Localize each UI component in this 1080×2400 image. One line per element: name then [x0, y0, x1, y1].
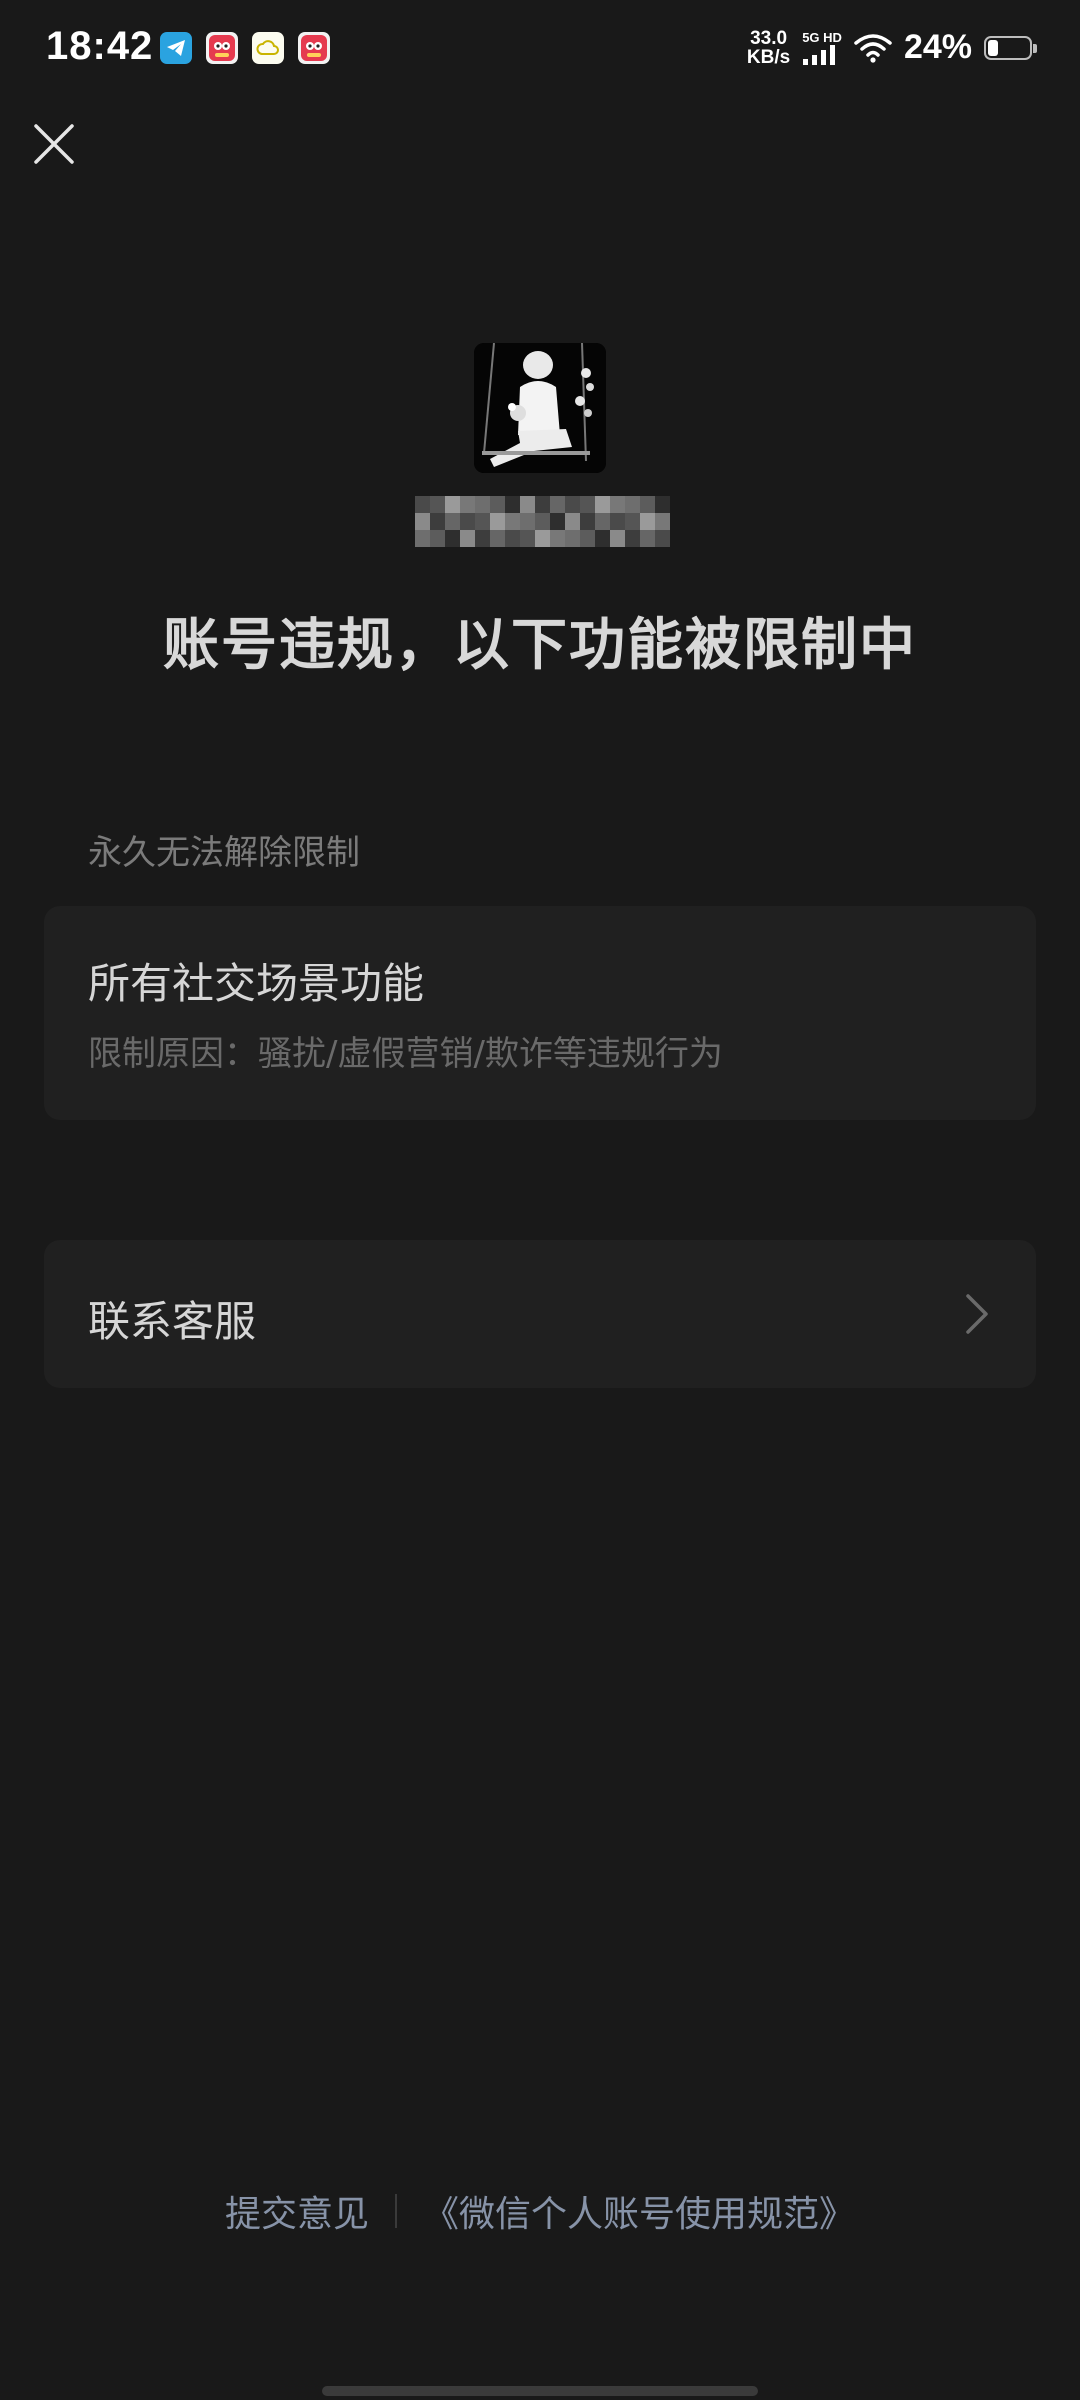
- status-indicators: 33.0 KB/s 5G HD 24%: [747, 28, 1037, 67]
- mosaic-pixel: [490, 496, 505, 513]
- restriction-name: 所有社交场景功能: [88, 959, 425, 1008]
- usage-policy-link[interactable]: 《微信个人账号使用规范》: [423, 2185, 855, 2237]
- battery-icon: [984, 35, 1037, 60]
- mosaic-pixel: [460, 530, 475, 547]
- mosaic-pixel: [535, 513, 550, 530]
- footer-links: 提交意见 《微信个人账号使用规范》: [0, 2185, 1080, 2237]
- mosaic-pixel: [415, 530, 430, 547]
- mosaic-pixel: [430, 530, 445, 547]
- app-icon: [298, 32, 330, 64]
- mosaic-pixel: [595, 513, 610, 530]
- mosaic-pixel: [475, 513, 490, 530]
- footer-divider: [395, 2194, 397, 2228]
- mosaic-pixel: [550, 513, 565, 530]
- mosaic-pixel: [595, 496, 610, 513]
- signal-bars-icon: [803, 44, 836, 65]
- mosaic-pixel: [430, 496, 445, 513]
- mosaic-pixel: [640, 513, 655, 530]
- mosaic-pixel: [490, 513, 505, 530]
- network-speed: 33.0 KB/s: [747, 29, 790, 67]
- notification-icons: [160, 32, 330, 64]
- mosaic-pixel: [655, 496, 670, 513]
- status-time: 18:42: [46, 24, 154, 68]
- telegram-icon: [160, 32, 192, 64]
- mosaic-pixel: [505, 496, 520, 513]
- mosaic-pixel: [535, 530, 550, 547]
- mosaic-pixel: [580, 530, 595, 547]
- close-icon: [34, 124, 74, 164]
- mosaic-pixel: [490, 530, 505, 547]
- weather-icon: [252, 32, 284, 64]
- mosaic-pixel: [580, 496, 595, 513]
- signal-label: 5G HD: [802, 29, 842, 45]
- mosaic-pixel: [565, 513, 580, 530]
- avatar: [474, 343, 606, 473]
- chevron-right-icon: [966, 1294, 988, 1334]
- section-label: 永久无法解除限制: [88, 833, 360, 873]
- mosaic-pixel: [535, 496, 550, 513]
- mosaic-pixel: [565, 530, 580, 547]
- mosaic-pixel: [520, 530, 535, 547]
- mosaic-pixel: [505, 530, 520, 547]
- mosaic-pixel: [640, 530, 655, 547]
- mosaic-pixel: [625, 530, 640, 547]
- mosaic-pixel: [460, 496, 475, 513]
- mosaic-pixel: [550, 496, 565, 513]
- mosaic-pixel: [430, 513, 445, 530]
- mosaic-pixel: [610, 530, 625, 547]
- mosaic-pixel: [445, 496, 460, 513]
- app-icon: [206, 32, 238, 64]
- mosaic-pixel: [520, 513, 535, 530]
- cellular-signal: 5G HD: [802, 29, 842, 65]
- home-indicator[interactable]: [322, 2386, 758, 2396]
- mosaic-pixel: [520, 496, 535, 513]
- battery-percent: 24%: [903, 28, 972, 66]
- page-title: 账号违规，以下功能被限制中: [163, 613, 917, 678]
- mosaic-pixel: [505, 513, 520, 530]
- screen: 18:42 33.0 KB/s 5G HD 24% 账号违规，以下功能被限制中 …: [0, 0, 1080, 2400]
- contact-support-label: 联系客服: [88, 1297, 257, 1346]
- mosaic-pixel: [415, 496, 430, 513]
- mosaic-pixel: [610, 513, 625, 530]
- network-speed-unit: KB/s: [746, 46, 791, 68]
- mosaic-pixel: [625, 496, 640, 513]
- mosaic-pixel: [475, 496, 490, 513]
- mosaic-pixel: [610, 496, 625, 513]
- mosaic-pixel: [460, 513, 475, 530]
- close-button[interactable]: [28, 118, 80, 170]
- mosaic-pixel: [550, 530, 565, 547]
- network-speed-value: 33.0: [750, 27, 788, 49]
- contact-support-button[interactable]: 联系客服: [44, 1240, 1036, 1388]
- mosaic-pixel: [595, 530, 610, 547]
- mosaic-pixel: [415, 513, 430, 530]
- mosaic-pixel: [445, 513, 460, 530]
- restriction-reason: 限制原因：骚扰/虚假营销/欺诈等违规行为: [88, 1034, 723, 1074]
- mosaic-pixel: [565, 496, 580, 513]
- battery-fill: [988, 39, 998, 56]
- status-bar: 18:42 33.0 KB/s 5G HD 24%: [0, 0, 1080, 100]
- mosaic-pixel: [445, 530, 460, 547]
- restriction-card: 所有社交场景功能 限制原因：骚扰/虚假营销/欺诈等违规行为: [44, 906, 1036, 1120]
- mosaic-pixel: [580, 513, 595, 530]
- submit-feedback-link[interactable]: 提交意见: [225, 2185, 369, 2237]
- mosaic-pixel: [655, 513, 670, 530]
- mosaic-pixel: [655, 530, 670, 547]
- mosaic-pixel: [625, 513, 640, 530]
- mosaic-pixel: [640, 496, 655, 513]
- mosaic-pixel: [475, 530, 490, 547]
- wifi-icon: [854, 33, 892, 63]
- username-pixelated: [415, 496, 670, 548]
